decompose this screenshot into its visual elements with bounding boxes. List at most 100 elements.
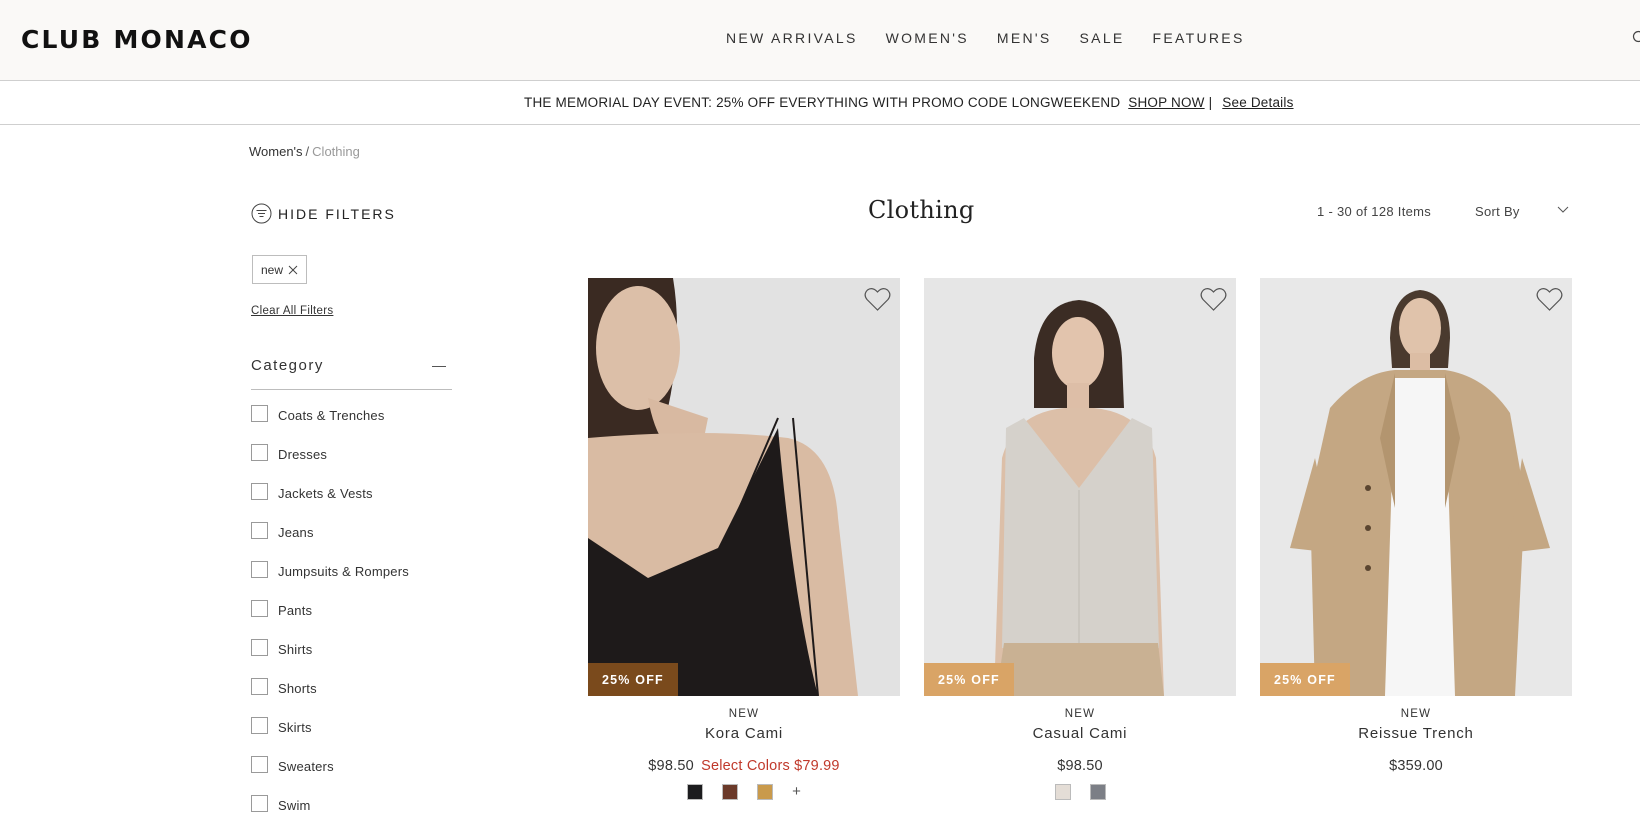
checkbox[interactable] [251,561,268,578]
hide-filters-label: HIDE FILTERS [278,205,396,222]
see-details-link[interactable]: See Details [1222,95,1293,110]
more-colors-button[interactable]: + [792,784,801,800]
product-image[interactable]: 25% OFF [588,278,900,696]
nav-sale[interactable]: SALE [1080,30,1125,46]
color-swatch-cream[interactable] [1054,784,1071,800]
heart-icon[interactable] [864,287,891,312]
product-name[interactable]: Reissue Trench [1260,725,1572,742]
promo-text: THE MEMORIAL DAY EVENT: 25% OFF EVERYTHI… [524,95,1121,110]
category-label: Shirts [278,642,313,657]
chevron-down-icon[interactable] [1557,204,1569,214]
color-swatch-tan[interactable] [757,784,774,800]
product-image[interactable]: 25% OFF [1260,278,1572,696]
checkbox[interactable] [251,678,268,695]
heart-icon[interactable] [1536,287,1563,312]
sale-price: Select Colors $79.99 [701,758,840,774]
checkbox[interactable] [251,444,268,461]
heart-icon[interactable] [1200,287,1227,312]
color-swatch-black[interactable] [687,784,704,800]
category-item-jumpsuits-rompers[interactable]: Jumpsuits & Rompers [251,561,409,600]
site-header: CLUB MONACO NEW ARRIVALS WOMEN'S MEN'S S… [0,0,1640,81]
nav-mens[interactable]: MEN'S [997,30,1052,46]
product-price-row: $98.50 [924,758,1236,774]
logo[interactable]: CLUB MONACO [21,25,253,54]
hide-filters-button[interactable]: HIDE FILTERS [251,203,396,224]
new-tag: NEW [1064,708,1096,720]
product-image[interactable]: 25% OFF [924,278,1236,696]
breadcrumb: Women's / Clothing [249,144,360,159]
checkbox[interactable] [251,795,268,812]
discount-badge: 25% OFF [588,663,678,696]
product-name[interactable]: Kora Cami [588,725,900,742]
checkbox[interactable] [251,522,268,539]
category-item-shirts[interactable]: Shirts [251,639,409,678]
category-item-skirts[interactable]: Skirts [251,717,409,756]
checkbox[interactable] [251,600,268,617]
category-label: Jumpsuits & Rompers [278,564,409,579]
category-label: Swim [278,798,311,813]
category-label: Skirts [278,720,312,735]
product-photo-casual-cami [924,278,1236,696]
checkbox[interactable] [251,717,268,734]
collapse-icon[interactable] [432,366,446,367]
search-icon[interactable] [1632,30,1640,46]
category-label: Shorts [278,681,317,696]
nav-womens[interactable]: WOMEN'S [886,30,969,46]
main-nav: NEW ARRIVALS WOMEN'S MEN'S SALE FEATURES [726,30,1273,46]
breadcrumb-womens[interactable]: Women's [249,144,303,159]
page-title: Clothing [868,196,975,224]
category-item-shorts[interactable]: Shorts [251,678,409,717]
product-price-row: $98.50 Select Colors $79.99 [588,758,900,774]
clear-all-filters-link[interactable]: Clear All Filters [251,305,333,317]
color-swatch-brown[interactable] [722,784,739,800]
category-item-coats-trenches[interactable]: Coats & Trenches [251,405,409,444]
discount-badge: 25% OFF [924,663,1014,696]
sort-by-dropdown[interactable]: Sort By [1475,204,1520,219]
checkbox[interactable] [251,639,268,656]
shop-now-link[interactable]: SHOP NOW [1128,95,1204,110]
category-accordion-header[interactable]: Category [251,357,452,390]
category-title: Category [251,357,324,374]
category-item-sweaters[interactable]: Sweaters [251,756,409,795]
category-item-jackets-vests[interactable]: Jackets & Vests [251,483,409,522]
category-label: Jeans [278,525,314,540]
product-photo-reissue-trench [1260,278,1572,696]
category-label: Sweaters [278,759,334,774]
breadcrumb-separator: / [305,144,310,159]
product-photo-kora-cami [588,278,900,696]
category-label: Pants [278,603,313,618]
product-card-reissue-trench[interactable]: 25% OFF NEW Reissue Trench $359.00 [1260,278,1572,774]
nav-features[interactable]: FEATURES [1153,30,1245,46]
category-label: Jackets & Vests [278,486,373,501]
product-price: $98.50 [648,758,694,774]
item-count: 1 - 30 of 128 Items [1317,204,1432,219]
color-swatches [924,784,1236,800]
nav-new-arrivals[interactable]: NEW ARRIVALS [726,30,858,46]
checkbox[interactable] [251,405,268,422]
product-card-casual-cami[interactable]: 25% OFF NEW Casual Cami $98.50 [924,278,1236,800]
color-swatches: + [588,784,900,800]
category-item-pants[interactable]: Pants [251,600,409,639]
category-item-dresses[interactable]: Dresses [251,444,409,483]
promo-banner: THE MEMORIAL DAY EVENT: 25% OFF EVERYTHI… [0,82,1640,125]
category-label: Dresses [278,447,328,462]
new-tag: NEW [1400,708,1432,720]
category-item-jeans[interactable]: Jeans [251,522,409,561]
new-tag: NEW [728,708,760,720]
color-swatch-grey[interactable] [1089,784,1106,800]
category-label: Coats & Trenches [278,408,385,423]
active-filter-chip[interactable]: new [252,255,308,284]
breadcrumb-current: Clothing [312,144,360,159]
chip-label: new [261,262,284,277]
discount-badge: 25% OFF [1260,663,1350,696]
checkbox[interactable] [251,756,268,773]
filter-icon [251,203,272,224]
product-card-kora-cami[interactable]: 25% OFF NEW Kora Cami $98.50 Select Colo… [588,278,900,800]
product-price: $98.50 [1057,758,1103,774]
product-price-row: $359.00 [1260,758,1572,774]
checkbox[interactable] [251,483,268,500]
category-item-swim[interactable]: Swim [251,795,409,834]
close-icon[interactable] [288,265,298,275]
product-name[interactable]: Casual Cami [924,725,1236,742]
product-price: $359.00 [1389,758,1443,774]
